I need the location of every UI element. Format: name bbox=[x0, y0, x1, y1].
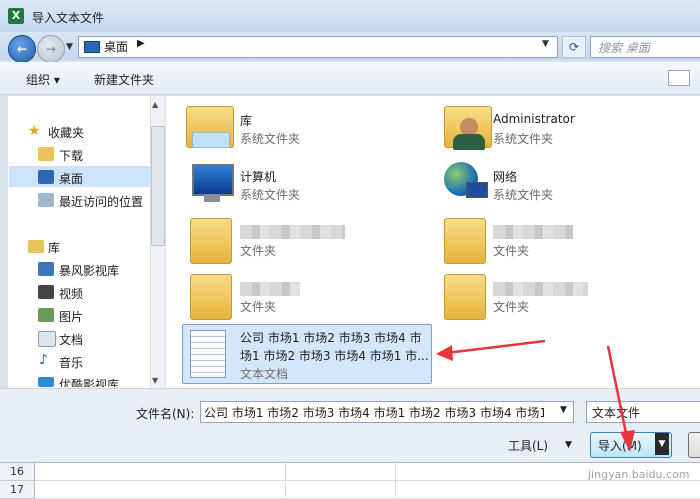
arrow-to-file bbox=[445, 339, 546, 355]
gridline bbox=[285, 463, 286, 497]
row-header[interactable]: 17 bbox=[0, 481, 35, 499]
watermark-text: jingyan.baidu.com bbox=[588, 468, 690, 481]
gridline bbox=[395, 463, 396, 497]
arrow-to-import bbox=[606, 345, 629, 439]
row-header[interactable]: 16 bbox=[0, 463, 35, 481]
arrowhead-import bbox=[620, 430, 635, 452]
annotation-arrows bbox=[436, 339, 635, 452]
arrowhead-file bbox=[436, 345, 453, 361]
